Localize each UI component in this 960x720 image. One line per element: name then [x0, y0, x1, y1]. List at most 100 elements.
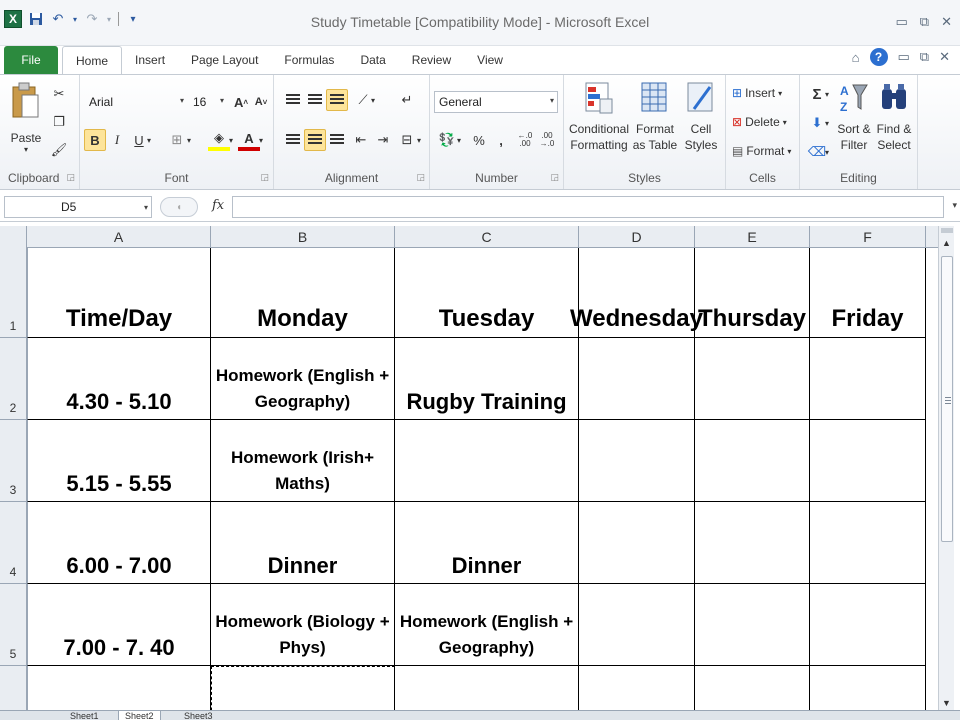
number-format-select[interactable]: General ▾ — [434, 91, 558, 113]
column-header-a[interactable]: A — [27, 226, 211, 248]
align-center-icon[interactable] — [304, 129, 326, 151]
conditional-formatting-button[interactable]: Conditional Formatting — [568, 81, 630, 165]
cell-c5[interactable]: Homework (English + Geography) — [395, 584, 579, 666]
grow-font-icon[interactable]: A ˄ — [230, 91, 252, 113]
cell-a3[interactable]: 5.15 - 5.55 — [27, 420, 211, 502]
fill-dropdown-icon[interactable]: ▾ — [822, 112, 832, 134]
column-header-c[interactable]: C — [395, 226, 579, 248]
row-header-3[interactable]: 3 — [0, 420, 27, 502]
cell-d5[interactable] — [579, 584, 695, 666]
format-as-table-button[interactable]: Format as Table — [632, 81, 678, 165]
column-header-e[interactable]: E — [695, 226, 810, 248]
cell-c4[interactable]: Dinner — [395, 502, 579, 584]
cell-a1[interactable]: Time/Day — [27, 248, 211, 338]
workbook-minimize-icon[interactable]: ▭ — [898, 49, 910, 65]
tab-page-layout[interactable]: Page Layout — [178, 46, 271, 74]
cell-c2[interactable]: Rugby Training — [395, 338, 579, 420]
cell-e5[interactable] — [695, 584, 810, 666]
cell-d4[interactable] — [579, 502, 695, 584]
cell-f6[interactable] — [810, 666, 926, 710]
scroll-up-icon[interactable]: ▲ — [942, 238, 951, 248]
cell-e6[interactable] — [695, 666, 810, 710]
font-name-select[interactable]: Arial ▾ — [84, 91, 188, 113]
merge-dropdown-icon[interactable]: ▾ — [414, 129, 424, 151]
cell-d6[interactable] — [579, 666, 695, 710]
cell-c1[interactable]: Tuesday — [395, 248, 579, 338]
sheet-tab-sheet3[interactable]: Sheet3 — [178, 711, 219, 720]
tab-view[interactable]: View — [464, 46, 516, 74]
cell-a6[interactable] — [27, 666, 211, 710]
tab-review[interactable]: Review — [399, 46, 464, 74]
cell-b4[interactable]: Dinner — [211, 502, 395, 584]
row-header-2[interactable]: 2 — [0, 338, 27, 420]
cut-icon[interactable]: ✂ — [48, 83, 70, 105]
copy-icon[interactable]: ❐ — [48, 111, 70, 133]
cell-f4[interactable] — [810, 502, 926, 584]
cell-f2[interactable] — [810, 338, 926, 420]
row-header-1[interactable]: 1 — [0, 248, 27, 338]
orientation-dropdown-icon[interactable]: ▾ — [368, 89, 378, 111]
wrap-text-icon[interactable]: ↵ — [396, 89, 418, 111]
clear-dropdown-icon[interactable]: ▾ — [822, 141, 832, 163]
cell-c6[interactable] — [395, 666, 579, 710]
bold-button[interactable]: B — [84, 129, 106, 151]
increase-indent-icon[interactable]: ⇥ — [372, 129, 394, 151]
column-header-d[interactable]: D — [579, 226, 695, 248]
row-header-5[interactable]: 5 — [0, 584, 27, 666]
comma-style-button[interactable]: , — [490, 129, 512, 151]
fill-color-dropdown-icon[interactable]: ▾ — [226, 129, 236, 151]
cell-b3[interactable]: Homework (Irish+ Maths) — [211, 420, 395, 502]
scroll-thumb[interactable] — [941, 256, 953, 542]
name-box-dropdown-icon[interactable]: ▾ — [144, 203, 148, 212]
formula-input[interactable] — [232, 196, 944, 218]
cell-d1[interactable]: Wednesday — [570, 248, 703, 338]
paste-button[interactable]: Paste ▾ — [6, 81, 46, 165]
cell-a4[interactable]: 6.00 - 7.00 — [27, 502, 211, 584]
align-right-icon[interactable] — [326, 129, 348, 151]
italic-button[interactable]: I — [106, 129, 128, 151]
cell-d2[interactable] — [579, 338, 695, 420]
cell-a5[interactable]: 7.00 - 7. 40 — [27, 584, 211, 666]
restore-icon[interactable]: ⧉ — [920, 14, 929, 30]
tab-data[interactable]: Data — [347, 46, 398, 74]
cell-b5[interactable]: Homework (Biology + Phys) — [211, 584, 395, 666]
sheet-tab-sheet1[interactable]: Sheet1 — [64, 711, 105, 720]
find-select-button[interactable]: Find & Select — [874, 81, 914, 165]
autosum-dropdown-icon[interactable]: ▾ — [822, 83, 832, 105]
close-icon[interactable]: ✕ — [941, 14, 952, 30]
number-launcher-icon[interactable]: ◲ — [550, 172, 559, 183]
minimize-ribbon-icon[interactable]: ⌂ — [852, 50, 860, 65]
cell-d3[interactable] — [579, 420, 695, 502]
vertical-scrollbar[interactable]: ▲ ▼ — [938, 226, 954, 710]
select-all-corner[interactable] — [0, 226, 27, 248]
cell-e3[interactable] — [695, 420, 810, 502]
cell-e2[interactable] — [695, 338, 810, 420]
cell-f3[interactable] — [810, 420, 926, 502]
tab-insert[interactable]: Insert — [122, 46, 178, 74]
cell-b1[interactable]: Monday — [211, 248, 395, 338]
font-color-dropdown-icon[interactable]: ▾ — [256, 129, 266, 151]
decrease-decimal-icon[interactable]: .00 →.0 — [536, 129, 558, 151]
clipboard-launcher-icon[interactable]: ◲ — [66, 172, 75, 183]
minimize-icon[interactable]: ▭ — [896, 14, 908, 30]
tab-file[interactable]: File — [4, 46, 58, 74]
cell-f1[interactable]: Friday — [810, 248, 926, 338]
name-box[interactable]: D5 ▾ — [4, 196, 152, 218]
bottom-align-icon[interactable] — [326, 89, 348, 111]
paste-dropdown-icon[interactable]: ▾ — [24, 145, 28, 154]
align-left-icon[interactable] — [282, 129, 304, 151]
help-icon[interactable]: ? — [869, 48, 888, 66]
middle-align-icon[interactable] — [304, 89, 326, 111]
decrease-indent-icon[interactable]: ⇤ — [350, 129, 372, 151]
cell-styles-button[interactable]: Cell Styles — [680, 81, 722, 165]
workbook-restore-icon[interactable]: ⧉ — [920, 49, 929, 65]
insert-function-icon[interactable]: fx — [212, 198, 224, 213]
increase-decimal-icon[interactable]: ←.0.00 — [514, 129, 536, 151]
row-header-4[interactable]: 4 — [0, 502, 27, 584]
cell-f5[interactable] — [810, 584, 926, 666]
sort-filter-button[interactable]: AZ Sort & Filter — [834, 81, 874, 165]
column-header-b[interactable]: B — [211, 226, 395, 248]
cell-e1[interactable]: Thursday — [695, 248, 810, 338]
tab-formulas[interactable]: Formulas — [271, 46, 347, 74]
insert-cells-button[interactable]: ⊞ Insert ▾ — [732, 83, 782, 103]
